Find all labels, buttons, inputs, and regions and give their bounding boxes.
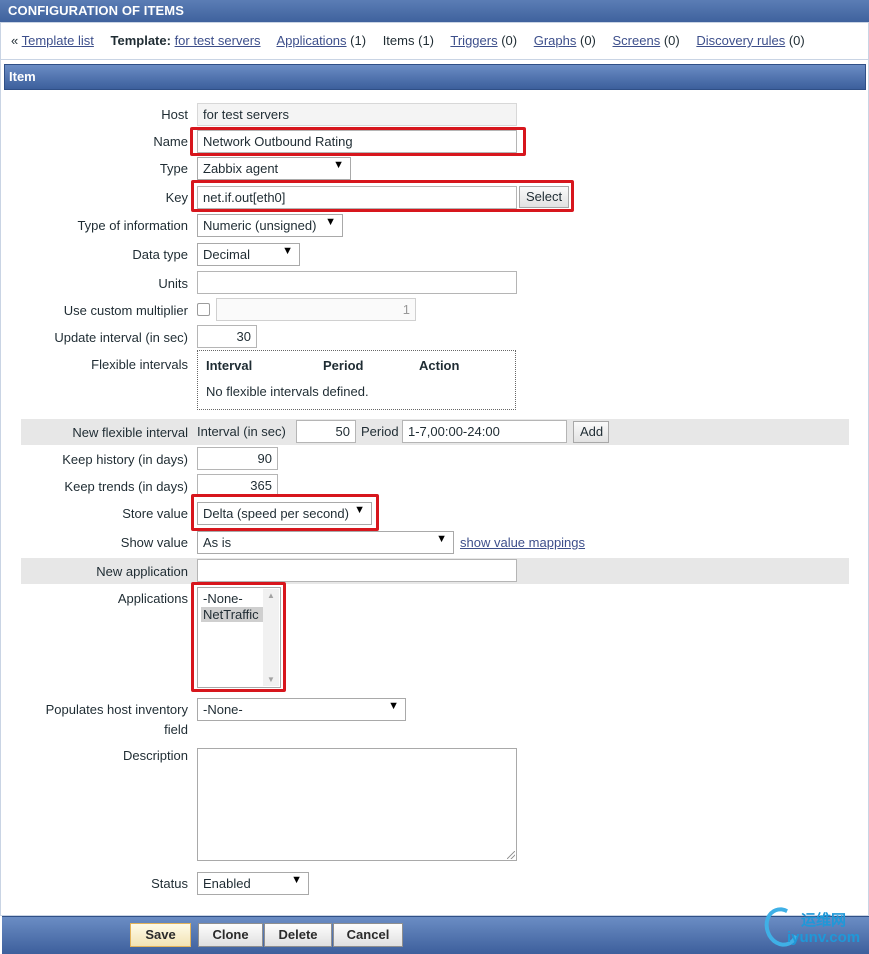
chevron-down-icon: ▼ [333,159,344,171]
chevron-down-icon: ▼ [436,533,447,545]
status-value: Enabled [203,876,251,891]
store-value-highlight [191,494,379,531]
breadcrumb: « Template list Template: for test serve… [0,22,869,60]
watermark-text-domain: iyunv.com [787,929,861,946]
show-value-mappings-link[interactable]: show value mappings [460,535,585,550]
keep-trends-label: Keep trends (in days) [64,479,188,494]
units-field[interactable] [197,271,517,294]
update-interval-field[interactable]: 30 [197,325,257,348]
key-label: Key [165,190,188,205]
type-select[interactable]: Zabbix agent ▼ [197,157,351,180]
custom-multiplier-label: Use custom multiplier [63,303,188,318]
delete-button[interactable]: Delete [264,923,332,947]
chevron-down-icon: ▼ [291,874,302,886]
save-button[interactable]: Save [130,923,191,947]
store-value-label: Store value [122,506,188,521]
discovery-rules-link[interactable]: Discovery rules [696,33,785,48]
inventory-label-line2: field [164,722,188,737]
type-select-value: Zabbix agent [203,161,279,176]
chevron-down-icon: ▼ [325,216,336,228]
new-period-field[interactable]: 1-7,00:00-24:00 [402,420,567,443]
key-highlight [191,180,574,212]
back-icon: « [11,33,19,48]
resize-grip-icon[interactable] [507,851,515,859]
keep-history-label: Keep history (in days) [62,452,188,467]
items-count: (1) [418,33,434,48]
new-interval-field[interactable]: 50 [296,420,356,443]
inventory-value: -None- [203,702,243,717]
applications-link[interactable]: Applications [276,33,346,48]
cancel-button[interactable]: Cancel [333,923,403,947]
column-interval: Interval [206,358,253,373]
status-select[interactable]: Enabled ▼ [197,872,309,895]
discovery-rules-count: (0) [788,33,805,48]
new-flexible-interval-label: New flexible interval [72,425,188,440]
type-label: Type [159,161,188,176]
column-period: Period [323,358,364,373]
triggers-count: (0) [501,33,518,48]
show-value-label: Show value [120,535,188,550]
screens-link[interactable]: Screens [613,33,661,48]
type-of-information-select[interactable]: Numeric (unsigned) ▼ [197,214,343,237]
interval-in-sec-label: Interval (in sec) [197,424,286,439]
type-of-information-label: Type of information [77,218,188,233]
update-interval-label: Update interval (in sec) [54,330,188,345]
custom-multiplier-field[interactable]: 1 [216,298,416,321]
show-value-select[interactable]: As is ▼ [197,531,454,554]
new-application-field[interactable] [197,559,517,582]
description-label: Description [122,748,188,763]
flexible-intervals-table: Interval Period Action No flexible inter… [197,350,516,410]
name-label: Name [153,134,188,149]
inventory-select[interactable]: -None- ▼ [197,698,406,721]
data-type-select[interactable]: Decimal ▼ [197,243,300,266]
watermark-logo: 运维网 iyunv.com [759,902,865,952]
graphs-count: (0) [580,33,596,48]
screens-count: (0) [663,33,680,48]
column-action: Action [419,358,460,373]
template-label: Template: [110,33,171,48]
inventory-label-line1: Populates host inventory [45,702,188,717]
page-title: CONFIGURATION OF ITEMS [0,0,869,22]
host-label: Host [161,107,188,122]
flexible-intervals-empty: No flexible intervals defined. [206,384,369,399]
applications-highlight [191,582,286,692]
chevron-down-icon: ▼ [282,245,293,257]
data-type-value: Decimal [203,247,250,262]
type-of-information-value: Numeric (unsigned) [203,218,317,233]
template-name-link[interactable]: for test servers [175,33,261,48]
applications-count: (1) [350,33,367,48]
chevron-down-icon: ▼ [388,700,399,712]
name-highlight [190,127,526,156]
applications-label: Applications [117,591,188,606]
graphs-link[interactable]: Graphs [534,33,577,48]
form-footer: Save Clone Delete Cancel [2,916,869,954]
clone-button[interactable]: Clone [198,923,263,947]
template-list-link[interactable]: Template list [22,33,94,48]
units-label: Units [158,276,188,291]
data-type-label: Data type [132,247,188,262]
period-label: Period [361,424,399,439]
items-current: Items [382,33,415,48]
triggers-link[interactable]: Triggers [450,33,497,48]
add-interval-button[interactable]: Add [573,421,609,443]
new-application-label: New application [96,564,188,579]
keep-history-field[interactable]: 90 [197,447,278,470]
show-value-value: As is [203,535,232,550]
watermark-text-cn: 运维网 [801,912,847,929]
custom-multiplier-checkbox[interactable] [197,303,210,316]
flexible-intervals-label: Flexible intervals [91,357,188,372]
section-title: Item [4,64,866,90]
status-label: Status [151,876,188,891]
host-field: for test servers [197,103,517,126]
description-textarea[interactable] [197,748,517,861]
